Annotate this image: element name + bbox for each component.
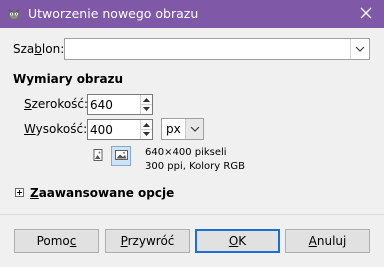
width-label: Szerokość: <box>24 97 89 111</box>
chevron-down-icon[interactable] <box>185 119 203 139</box>
landscape-button[interactable] <box>111 146 131 166</box>
portrait-button[interactable] <box>88 146 108 166</box>
template-combo[interactable] <box>64 38 370 60</box>
expand-plus-icon[interactable] <box>15 188 24 197</box>
title-bar: Utworzenie nowego obrazu <box>0 0 384 28</box>
help-button[interactable]: Pomoc <box>14 229 99 253</box>
height-spinbox[interactable] <box>87 119 153 140</box>
gimp-icon <box>6 6 22 22</box>
section-title-image-size: Wymiary obrazu <box>13 72 124 86</box>
width-input[interactable] <box>90 96 138 113</box>
template-label: Szablon: <box>13 42 65 56</box>
chevron-down-icon[interactable] <box>350 39 369 59</box>
image-size-info: 640×400 pikseli <box>145 147 227 158</box>
ok-button-label: OK <box>228 234 247 248</box>
unit-select[interactable]: px <box>161 118 204 140</box>
unit-value: px <box>166 122 181 136</box>
portrait-icon <box>93 148 103 164</box>
ok-button[interactable]: OK <box>195 229 280 253</box>
button-separator <box>0 214 384 215</box>
image-resolution-info: 300 ppi, Kolory RGB <box>145 161 245 172</box>
landscape-icon <box>114 149 128 163</box>
width-spinbox[interactable] <box>87 94 153 115</box>
reset-button-label: Przywróć <box>120 234 175 248</box>
width-down-icon[interactable] <box>141 104 152 113</box>
height-label: Wysokość: <box>24 122 88 136</box>
close-icon[interactable] <box>356 3 376 23</box>
reset-button[interactable]: Przywróć <box>105 229 190 253</box>
cancel-button[interactable]: Anuluj <box>285 229 370 253</box>
cancel-button-label: Anuluj <box>308 234 347 248</box>
height-input[interactable] <box>90 121 138 138</box>
advanced-options-toggle[interactable]: Zaawansowane opcje <box>30 185 174 201</box>
help-button-label: Pomoc <box>36 234 77 248</box>
window-title: Utworzenie nowego obrazu <box>28 6 199 21</box>
height-down-icon[interactable] <box>141 129 152 138</box>
